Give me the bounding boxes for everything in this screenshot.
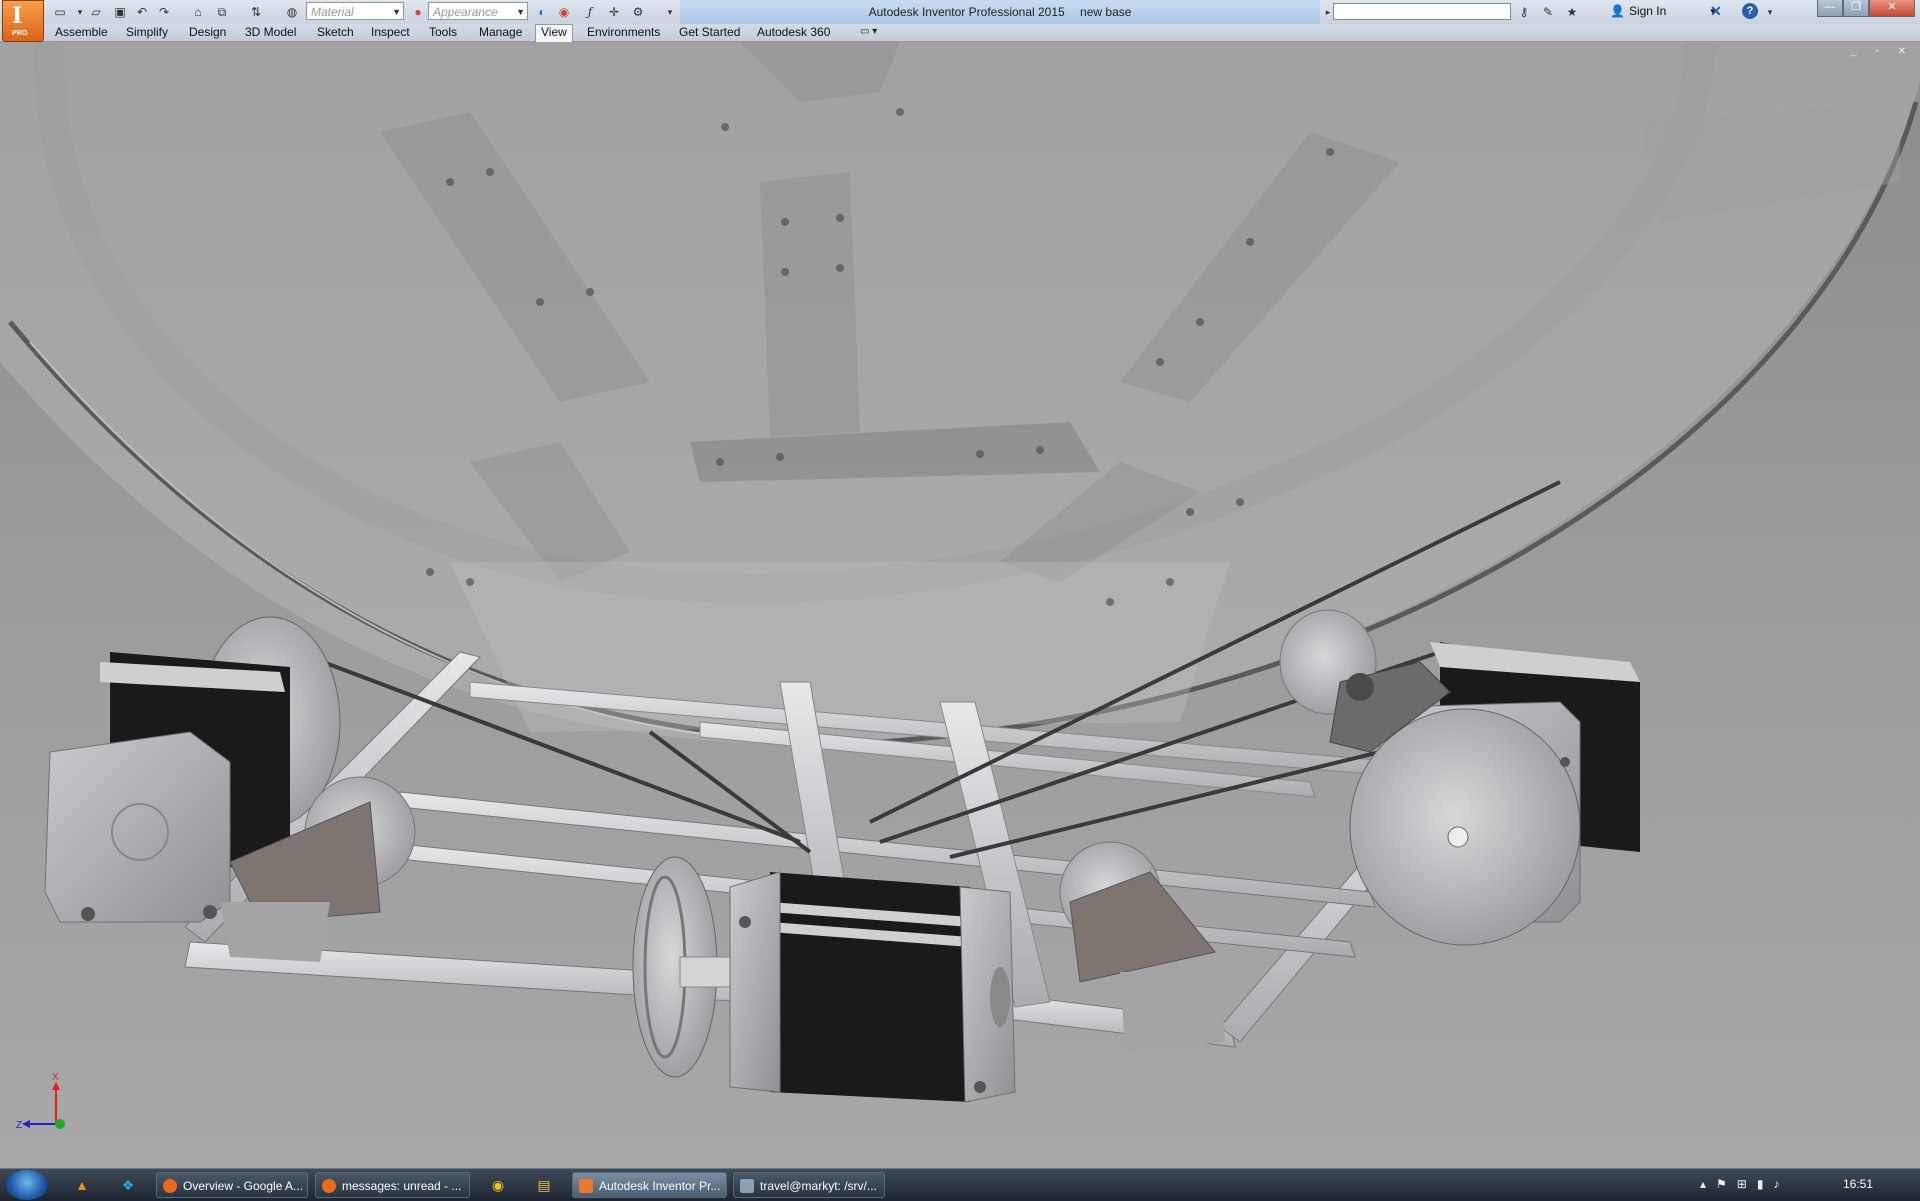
parameters-icon[interactable]: ƒ (582, 4, 598, 20)
user-icon: 👤 (1610, 4, 1625, 18)
show-hidden-icons-icon[interactable]: ▴ (1700, 1177, 1716, 1191)
tab-design[interactable]: Design (184, 25, 231, 40)
select-icon[interactable]: ⧉ (214, 4, 230, 20)
taskbar-item-firefox-overview[interactable]: Overview - Google A... (156, 1172, 308, 1198)
action-center-flag-icon[interactable]: ⚑ (1716, 1177, 1737, 1191)
appearance-combo[interactable]: Appearance ▼ (428, 2, 528, 20)
clear-icon[interactable]: ◉ (556, 4, 572, 20)
tab-autodesk-360[interactable]: Autodesk 360 (752, 25, 835, 40)
taskbar-clock[interactable]: 16:51 (1843, 1177, 1873, 1191)
open-folder-icon[interactable]: ▱ (88, 4, 104, 20)
exchange-apps-icon[interactable]: ✕ (1710, 3, 1722, 20)
tab-simplify[interactable]: Simplify (121, 25, 173, 40)
volume-icon[interactable]: ♪ (1773, 1177, 1789, 1191)
close-button[interactable]: ✕ (1869, 0, 1915, 17)
app-logo-letter: I (12, 3, 23, 29)
minimize-button[interactable]: — (1817, 0, 1843, 17)
tab-sketch[interactable]: Sketch (312, 25, 359, 40)
redo-icon[interactable]: ↷ (156, 4, 172, 20)
help-dropdown-icon[interactable]: ▾ (1762, 4, 1778, 20)
taskbar-item-firefox-messages[interactable]: messages: unread - ... (315, 1172, 470, 1198)
title-bar: I PRO ▭ ▾ ▱ ▣ ↶ ↷ ⌂ ⧉ ⇅ ◍ Material ▼ ● A… (0, 0, 1920, 42)
z-axis-label: Z (16, 1120, 22, 1131)
window-title: Autodesk Inventor Professional 2015 new … (680, 0, 1320, 24)
tab-assemble[interactable]: Assemble (50, 25, 113, 40)
sign-in-label: Sign In (1628, 4, 1667, 18)
chevron-down-icon: ▼ (516, 7, 525, 17)
adjust-icon[interactable]: ◐ (534, 4, 550, 20)
document-title: new base (1080, 5, 1132, 19)
document-window-controls[interactable]: _ ▫ ✕ (1851, 46, 1914, 57)
putty-icon (740, 1179, 754, 1193)
help-search-input[interactable] (1333, 3, 1511, 20)
dropbox-icon[interactable]: ❖ (118, 1175, 138, 1195)
vlc-icon[interactable]: ▲ (72, 1175, 92, 1195)
measure-icon[interactable]: ✛ (606, 4, 622, 20)
color-settings-icon[interactable]: ◍ (284, 4, 300, 20)
firefox-icon (322, 1179, 336, 1193)
ipart-icon[interactable]: ⚙ (630, 4, 646, 20)
chevron-down-icon: ▼ (392, 7, 401, 17)
inventor-icon (579, 1179, 593, 1193)
taskbar-item-label: Overview - Google A... (183, 1179, 304, 1193)
maximize-button[interactable]: ❐ (1843, 0, 1869, 17)
application-menu-button[interactable]: I PRO (2, 0, 44, 42)
tab-environments[interactable]: Environments (582, 25, 665, 40)
taskbar-item-label: messages: unread - ... (342, 1179, 462, 1193)
taskbar-item-label: Autodesk Inventor Pr... (599, 1179, 721, 1193)
tab-inspect[interactable]: Inspect (366, 25, 415, 40)
z-axis-arrow (22, 1120, 30, 1128)
windows-taskbar: ▲ ❖ Overview - Google A... messages: unr… (0, 1168, 1920, 1201)
tab-manage[interactable]: Manage (474, 25, 527, 40)
center-stepper-motor (632, 856, 1016, 1103)
update-icon[interactable]: ⇅ (248, 4, 264, 20)
appearance-placeholder: Appearance (433, 5, 498, 19)
system-tray[interactable]: ▴⚑⊞▮♪ (1700, 1177, 1789, 1191)
ribbon-tab-bar: Assemble Simplify Design 3D Model Sketch… (0, 24, 1920, 42)
material-placeholder: Material (311, 5, 354, 19)
new-file-icon[interactable]: ▭ (52, 4, 68, 20)
app-edition-label: PRO (12, 30, 28, 37)
ribbon-options-icon[interactable]: ▭ ▾ (860, 26, 877, 37)
help-icon[interactable]: ? (1742, 3, 1758, 19)
tab-get-started[interactable]: Get Started (674, 25, 745, 40)
home-view-icon[interactable]: ⌂ (190, 4, 206, 20)
appearance-swatch-icon[interactable]: ● (410, 4, 426, 20)
save-icon[interactable]: ▣ (112, 4, 128, 20)
start-button[interactable] (6, 1170, 48, 1200)
customize-dropdown-icon[interactable]: ▾ (662, 4, 678, 20)
chrome-icon[interactable]: ◉ (488, 1175, 508, 1195)
undo-icon[interactable]: ↶ (134, 4, 150, 20)
y-axis-dot (55, 1119, 65, 1129)
assembly-model-render[interactable] (0, 42, 1920, 1168)
app-title: Autodesk Inventor Professional 2015 (868, 5, 1065, 19)
taskbar-item-label: travel@markyt: /srv/... (760, 1179, 877, 1193)
tab-view[interactable]: View (535, 24, 573, 42)
favorites-star-icon[interactable]: ★ (1564, 4, 1580, 20)
x-axis-arrow (52, 1082, 60, 1090)
network-tray-icon[interactable]: ⊞ (1737, 1177, 1757, 1191)
firefox-icon (163, 1179, 177, 1193)
taskbar-item-inventor[interactable]: Autodesk Inventor Pr... (572, 1172, 727, 1198)
view-axis-triad: X Z (16, 1072, 65, 1131)
x-axis-label: X (52, 1072, 59, 1083)
file-explorer-icon[interactable]: ▤ (534, 1175, 554, 1195)
tab-3d-model[interactable]: 3D Model (240, 25, 301, 40)
search-key-icon[interactable]: ⚷ (1516, 4, 1532, 20)
sign-in-button[interactable]: 👤 Sign In ▾ (1610, 4, 1715, 18)
taskbar-item-putty[interactable]: travel@markyt: /srv/... (733, 1172, 885, 1198)
signal-icon[interactable]: ▮ (1757, 1177, 1774, 1191)
material-combo[interactable]: Material ▼ (306, 2, 404, 20)
tab-tools[interactable]: Tools (424, 25, 462, 40)
graphics-window[interactable]: _ ▫ ✕ X Z (0, 42, 1920, 1168)
subscription-icon[interactable]: ✎ (1540, 4, 1556, 20)
new-dropdown-icon[interactable]: ▾ (72, 4, 88, 20)
